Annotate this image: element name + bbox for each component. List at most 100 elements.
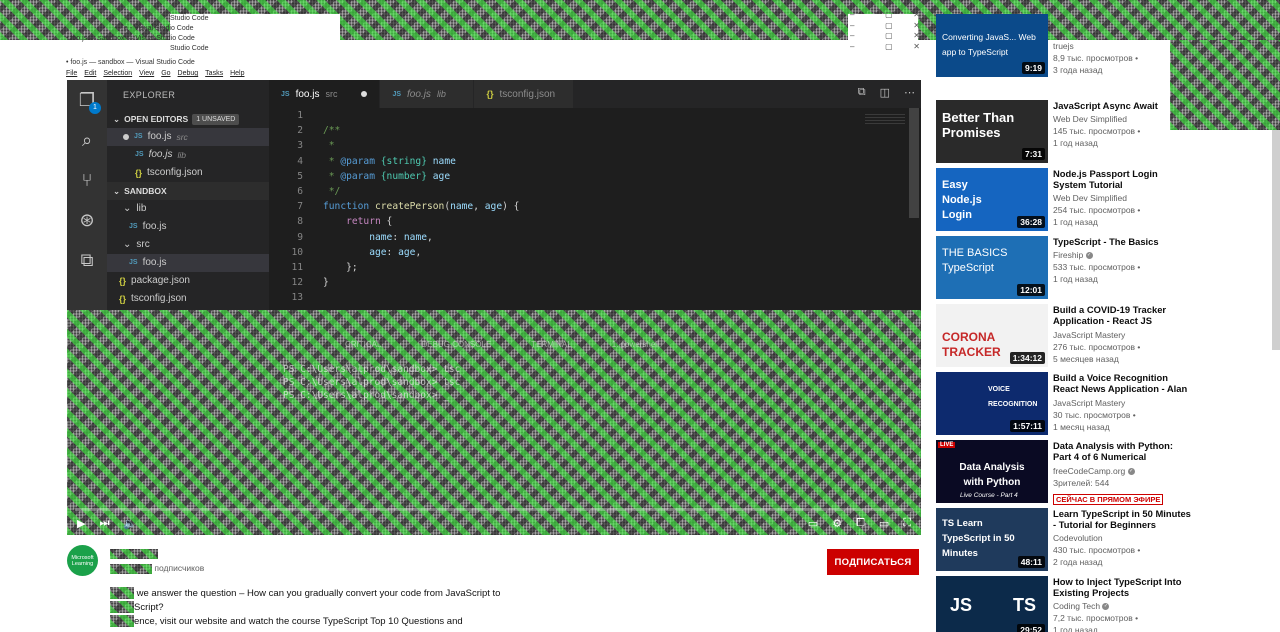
video-title[interactable]: Data Analysis with Python: Part 4 of 6 N… [1053, 440, 1193, 463]
channel-name[interactable]: JavaScript Mastery [1053, 397, 1193, 409]
tree-folder-src[interactable]: ⌄ src [107, 236, 269, 254]
terminal-output: PS C:\Users\alprod\sandbox> tsc PS C:\Us… [283, 363, 460, 402]
video-title[interactable]: Build a COVID-19 Tracker Application - R… [1053, 304, 1193, 327]
maximize-button[interactable]: ▢ [885, 42, 893, 53]
channel-name[interactable] [110, 549, 158, 559]
close-button[interactable]: ✕ [913, 10, 920, 21]
tree-folder-lib[interactable]: ⌄ lib [107, 200, 269, 218]
video-title[interactable]: Build a Voice Recognition React News App… [1053, 372, 1193, 395]
video-progress-bar[interactable] [75, 508, 913, 511]
channel-name[interactable]: Web Dev Simplified [1053, 192, 1193, 204]
video-title[interactable]: Node.js Passport Login System Tutorial [1053, 168, 1193, 190]
settings-gear-icon[interactable]: ⚙ [832, 517, 842, 530]
subscribe-button[interactable]: ПОДПИСАТЬСЯ [827, 549, 919, 575]
video-title[interactable]: How to Inject TypeScript Into Existing P… [1053, 576, 1193, 598]
debug-icon[interactable]: ⊛ [67, 200, 107, 240]
recommendation-item[interactable]: VOICE RECOGNITION 1:57:11 Build a Voice … [936, 372, 1206, 436]
tab-foo-js-src[interactable]: JS foo.js src [269, 80, 381, 108]
channel-name[interactable]: Fireship ✓ [1053, 249, 1193, 261]
video-thumbnail[interactable]: CORONA TRACKER 1:34:12 [936, 304, 1048, 367]
video-title[interactable]: TypeScript - The Basics [1053, 236, 1193, 247]
open-editor-item[interactable]: JS foo.js src [107, 128, 269, 146]
editor-scrollbar[interactable] [909, 108, 919, 218]
video-thumbnail[interactable]: TS Learn TypeScript in 50 Minutes 48:11 [936, 508, 1048, 571]
volume-icon[interactable]: 🔈 [123, 517, 137, 530]
minimap[interactable] [865, 112, 905, 124]
more-actions-icon[interactable]: ⋯ [904, 86, 915, 99]
play-icon[interactable]: ▶ [77, 517, 85, 530]
js-file-icon: JS [129, 259, 138, 266]
upload-age: 1 год назад [1053, 217, 1098, 227]
open-editors-header[interactable]: ⌄ OPEN EDITORS 1 UNSAVED [107, 110, 269, 128]
menu-view[interactable]: View [139, 70, 154, 77]
close-button[interactable]: ✕ [913, 21, 920, 32]
menu-selection[interactable]: Selection [103, 70, 132, 77]
upload-age: 1 месяц назад [1053, 422, 1110, 432]
recommendation-item[interactable]: CORONA TRACKER 1:34:12 Build a COVID-19 … [936, 304, 1206, 368]
unsaved-dot-icon[interactable] [361, 91, 368, 97]
minimize-button[interactable]: – [850, 42, 854, 53]
split-editor-icon[interactable]: ◫ [880, 86, 890, 99]
recommendation-item[interactable]: TS Learn TypeScript in 50 Minutes 48:11 … [936, 508, 1206, 572]
channel-name[interactable]: freeCodeCamp.org ✓ [1053, 465, 1193, 477]
maximize-button[interactable]: ▢ [885, 31, 893, 42]
line-number: 6 [297, 185, 303, 197]
close-button[interactable]: ✕ [913, 31, 920, 42]
open-preview-icon[interactable]: ⧉ [858, 86, 866, 99]
video-player[interactable]: ❐ 1 ⌕ ⑂ ⊛ ⧉ EXPLORER ⌄ OPEN EDITORS 1 UNS… [67, 80, 921, 535]
source-control-icon[interactable]: ⑂ [67, 160, 107, 200]
page-scrollbar[interactable] [1272, 130, 1280, 350]
open-editor-item[interactable]: {} tsconfig.json [107, 164, 269, 182]
search-icon[interactable]: ⌕ [67, 120, 107, 160]
channel-name[interactable]: JavaScript Mastery [1053, 329, 1193, 341]
subscriber-number-glitch [110, 563, 152, 574]
extensions-icon[interactable]: ⧉ [67, 240, 107, 280]
minimize-button[interactable]: – [850, 21, 854, 32]
recommendation-item[interactable]: THE BASICS TypeScript 12:01 TypeScript -… [936, 236, 1206, 300]
video-thumbnail[interactable]: VOICE RECOGNITION 1:57:11 [936, 372, 1048, 435]
subtitles-icon[interactable]: ▭ [808, 517, 818, 530]
tab-tsconfig-json[interactable]: {} tsconfig.json [474, 80, 575, 108]
menu-help[interactable]: Help [230, 70, 244, 77]
line-number: 3 [297, 140, 303, 152]
recommendation-item[interactable]: Converting JavaS... Web app to TypeScrip… [936, 14, 1206, 78]
channel-avatar[interactable]: Microsoft Learning [67, 545, 98, 576]
tab-foo-js-lib[interactable]: JS foo.js lib [380, 80, 475, 108]
files-icon[interactable]: ❐ 1 [67, 80, 107, 120]
video-title[interactable]: Learn TypeScript in 50 Minutes - Tutoria… [1053, 508, 1193, 530]
theater-mode-icon[interactable]: ▭ [879, 517, 889, 530]
fullscreen-icon[interactable]: ⛶ [903, 517, 911, 530]
sandbox-folder-header[interactable]: ⌄ SANDBOX [107, 182, 269, 200]
menu-debug[interactable]: Debug [178, 70, 199, 77]
next-icon[interactable]: ⏭ [99, 517, 109, 530]
menu-edit[interactable]: Edit [84, 70, 96, 77]
recommendation-item[interactable]: LIVE Data Analysis with Python Live Cour… [936, 440, 1206, 505]
miniplayer-icon[interactable]: ⧠ [856, 517, 865, 530]
video-thumbnail[interactable]: LIVE Data Analysis with Python Live Cour… [936, 440, 1048, 503]
channel-name[interactable]: Coding Tech ✓ [1053, 600, 1193, 612]
minimize-button[interactable]: – [850, 31, 854, 42]
recommendation-item[interactable]: Easy Node.js Login 36:28 Node.js Passpor… [936, 168, 1206, 232]
maximize-button[interactable]: ▢ [885, 21, 893, 32]
maximize-button[interactable]: ▢ [885, 10, 893, 21]
menu-file[interactable]: File [66, 70, 77, 77]
channel-name[interactable]: Codevolution [1053, 532, 1193, 544]
video-thumbnail[interactable]: Converting JavaS... Web app to TypeScrip… [936, 14, 1048, 77]
video-thumbnail[interactable]: THE BASICS TypeScript 12:01 [936, 236, 1048, 299]
menu-go[interactable]: Go [161, 70, 170, 77]
tree-file[interactable]: JS foo.js [107, 254, 269, 272]
close-button[interactable]: ✕ [913, 42, 920, 53]
menu-tasks[interactable]: Tasks [205, 70, 223, 77]
minimize-button[interactable]: – [850, 10, 854, 21]
video-meta: Learn TypeScript in 50 Minutes - Tutoria… [1053, 508, 1193, 568]
tree-file[interactable]: {} package.json [107, 272, 269, 290]
code-area[interactable]: 1 2/** 3 * 4 * @param {string} name 5 * … [269, 108, 921, 310]
tree-file[interactable]: {} tsconfig.json [107, 290, 269, 308]
recommendation-item[interactable]: JS TS 29:52 How to Inject TypeScript Int… [936, 576, 1206, 632]
video-thumbnail[interactable]: Better Than Promises 7:31 [936, 100, 1048, 163]
video-thumbnail[interactable]: JS TS 29:52 [936, 576, 1048, 632]
tree-file[interactable]: JS foo.js [107, 218, 269, 236]
video-thumbnail[interactable]: Easy Node.js Login 36:28 [936, 168, 1048, 231]
recommendation-item[interactable]: Better Than Promises 7:31 JavaScript Asy… [936, 100, 1206, 164]
open-editor-item[interactable]: JS foo.js lib [107, 146, 269, 164]
